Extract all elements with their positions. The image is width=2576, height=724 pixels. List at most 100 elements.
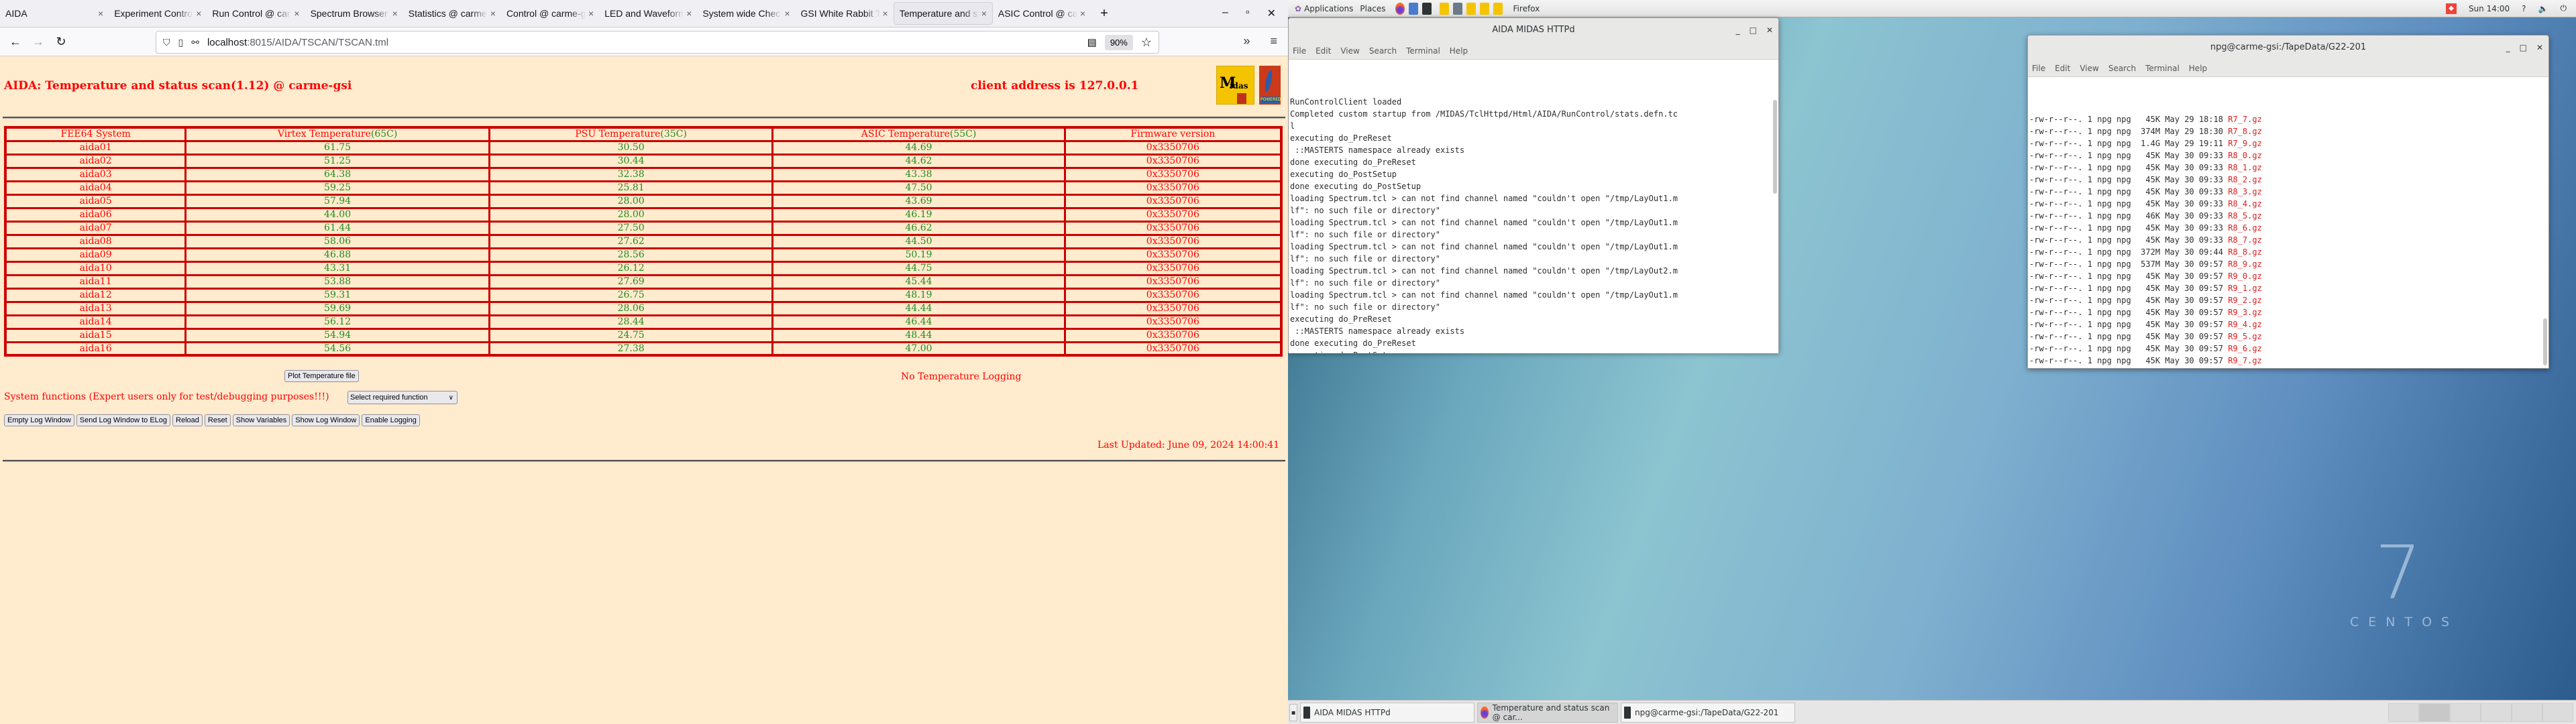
- reader-view-icon[interactable]: ▤: [1087, 36, 1097, 48]
- terminal-launcher-icon[interactable]: [1421, 2, 1432, 15]
- firefox-launcher-icon[interactable]: [1395, 2, 1405, 15]
- menu-view[interactable]: View: [2080, 64, 2098, 73]
- tab-close-icon[interactable]: ×: [294, 8, 299, 19]
- menu-search[interactable]: Search: [2108, 64, 2136, 73]
- tab-close-icon[interactable]: ×: [784, 8, 790, 19]
- taskbar-item[interactable]: npg@carme-gsi:/TapeData/G22-201: [1621, 702, 1795, 723]
- files-launcher-icon[interactable]: [1408, 2, 1418, 15]
- menu-file[interactable]: File: [2032, 64, 2045, 73]
- network-icon[interactable]: ?: [2522, 4, 2526, 13]
- url-bar[interactable]: ⛉ ▯ ⚯ localhost:8015/AIDA/TSCAN/TSCAN.tm…: [156, 31, 1159, 54]
- send-log-window-to-elog-button[interactable]: Send Log Window to ELog: [76, 414, 171, 426]
- applications-menu[interactable]: ✿ Applications: [1295, 4, 1353, 13]
- browser-tab[interactable]: ASIC Control @ carme×: [993, 2, 1091, 25]
- close-button[interactable]: ✕: [1766, 18, 1773, 42]
- reload-button[interactable]: Reload: [172, 414, 203, 426]
- scrollbar[interactable]: [2543, 318, 2547, 365]
- volume-muted-icon[interactable]: 🔈: [2538, 4, 2548, 13]
- tab-close-icon[interactable]: ×: [588, 8, 594, 19]
- workspace-2[interactable]: [2419, 703, 2450, 722]
- back-button[interactable]: ←: [4, 35, 27, 49]
- empty-log-window-button[interactable]: Empty Log Window: [4, 414, 74, 426]
- tab-close-icon[interactable]: ×: [686, 8, 692, 19]
- browser-tab[interactable]: Experiment Control ×: [109, 2, 207, 25]
- forward-button[interactable]: →: [27, 35, 50, 49]
- power-icon[interactable]: ⏻: [2561, 3, 2567, 13]
- browser-tab[interactable]: AIDA ×: [0, 2, 109, 25]
- minimize-button[interactable]: –: [1222, 7, 1228, 20]
- minimize-button[interactable]: _: [1736, 18, 1740, 42]
- tab-close-icon[interactable]: ×: [392, 8, 398, 19]
- reset-button[interactable]: Reset: [204, 414, 231, 426]
- zoom-level-button[interactable]: 90%: [1104, 34, 1133, 50]
- terminal-output[interactable]: RunControlClient loaded Completed custom …: [1289, 60, 1778, 353]
- terminal-window-midas-httpd[interactable]: AIDA MIDAS HTTPd _ □ ✕ File Edit View Search T…: [1288, 17, 1779, 353]
- menu-edit[interactable]: Edit: [2055, 64, 2070, 73]
- anydesk-icon[interactable]: ◆: [2445, 3, 2457, 14]
- window-titlebar[interactable]: npg@carme-gsi:/TapeData/G22-201 _ □ ✕: [2028, 36, 2548, 60]
- clock[interactable]: Sun 14:00: [2469, 4, 2510, 13]
- tab-label: AIDA: [5, 8, 28, 19]
- midas-launcher-icon[interactable]: [1466, 2, 1476, 15]
- maximize-button[interactable]: ▫: [1246, 7, 1250, 20]
- workspace-6[interactable]: [2542, 703, 2573, 722]
- browser-tab[interactable]: Run Control @ carme×: [207, 2, 305, 25]
- browser-tab[interactable]: Control @ carme-gsi ×: [501, 2, 599, 25]
- window-titlebar[interactable]: AIDA MIDAS HTTPd _ □ ✕: [1289, 18, 1778, 42]
- select-value: Select required function: [350, 394, 428, 402]
- tab-close-icon[interactable]: ×: [490, 8, 496, 19]
- workspace-3[interactable]: [2450, 703, 2481, 722]
- menu-terminal[interactable]: Terminal: [1406, 46, 1440, 56]
- taskbar-item[interactable]: Temperature and status scan @ car...: [1477, 702, 1618, 723]
- display-launcher-icon[interactable]: [1452, 2, 1462, 15]
- tab-close-icon[interactable]: ×: [196, 8, 201, 19]
- tab-close-icon[interactable]: ×: [883, 8, 888, 19]
- maximize-button[interactable]: □: [2520, 36, 2527, 60]
- tab-close-icon[interactable]: ×: [98, 8, 103, 19]
- tab-close-icon[interactable]: ×: [981, 8, 987, 19]
- system-function-select[interactable]: Select required function ∨: [347, 391, 458, 404]
- browser-tab[interactable]: Statistics @ carme ×: [403, 2, 501, 25]
- show-desktop-button[interactable]: ▪: [1289, 703, 1297, 721]
- terminal-output[interactable]: -rw-r--r--. 1 npg npg 45K May 29 18:18 R…: [2028, 77, 2548, 368]
- terminal-window-tapedata[interactable]: npg@carme-gsi:/TapeData/G22-201 _ □ ✕ File…: [2027, 35, 2549, 369]
- close-window-button[interactable]: ✕: [1267, 7, 1276, 20]
- shield-icon[interactable]: ⛉: [163, 37, 170, 48]
- menu-view[interactable]: View: [1340, 46, 1359, 56]
- bookmark-star-icon[interactable]: ☆: [1141, 36, 1152, 50]
- reload-button[interactable]: ↻: [50, 35, 72, 49]
- close-button[interactable]: ✕: [2536, 36, 2543, 60]
- menu-edit[interactable]: Edit: [1316, 46, 1331, 56]
- enable-logging-button[interactable]: Enable Logging: [362, 414, 420, 426]
- midas-launcher-icon[interactable]: [1479, 2, 1489, 15]
- taskbar-item[interactable]: AIDA MIDAS HTTPd: [1300, 702, 1474, 723]
- midas-launcher-icon[interactable]: [1439, 2, 1449, 15]
- plot-temperature-file-button[interactable]: Plot Temperature file: [284, 370, 359, 382]
- browser-tab[interactable]: GSI White Rabbit T ×: [796, 2, 894, 25]
- menu-terminal[interactable]: Terminal: [2145, 64, 2180, 73]
- places-menu[interactable]: Places: [1360, 4, 1385, 13]
- workspace-5[interactable]: [2512, 703, 2542, 722]
- overflow-chevron-icon[interactable]: »: [1243, 34, 1250, 48]
- menu-search[interactable]: Search: [1369, 46, 1397, 56]
- menu-help[interactable]: Help: [1450, 46, 1468, 56]
- workspace-4[interactable]: [2481, 703, 2512, 722]
- scrollbar[interactable]: [1773, 100, 1777, 194]
- minimize-button[interactable]: _: [2506, 36, 2510, 60]
- menu-file[interactable]: File: [1293, 46, 1306, 56]
- active-app-label[interactable]: Firefox: [1513, 4, 1540, 13]
- workspace-1[interactable]: [2388, 703, 2419, 722]
- midas-launcher-icon[interactable]: [1493, 2, 1503, 15]
- hamburger-menu-icon[interactable]: ≡: [1270, 34, 1277, 48]
- new-tab-button[interactable]: +: [1091, 6, 1118, 21]
- permissions-icon[interactable]: ⚯: [191, 37, 199, 48]
- tab-close-icon[interactable]: ×: [1080, 8, 1085, 19]
- browser-tab[interactable]: System wide Checks ×: [697, 2, 795, 25]
- menu-help[interactable]: Help: [2189, 64, 2207, 73]
- show-log-window-button[interactable]: Show Log Window: [292, 414, 360, 426]
- browser-tab[interactable]: LED and Waveform ×: [599, 2, 697, 25]
- show-variables-button[interactable]: Show Variables: [232, 414, 290, 426]
- maximize-button[interactable]: □: [1750, 18, 1757, 42]
- browser-tab[interactable]: Spectrum Browser ×: [305, 2, 403, 25]
- browser-tab[interactable]: Temperature and status×: [893, 2, 993, 25]
